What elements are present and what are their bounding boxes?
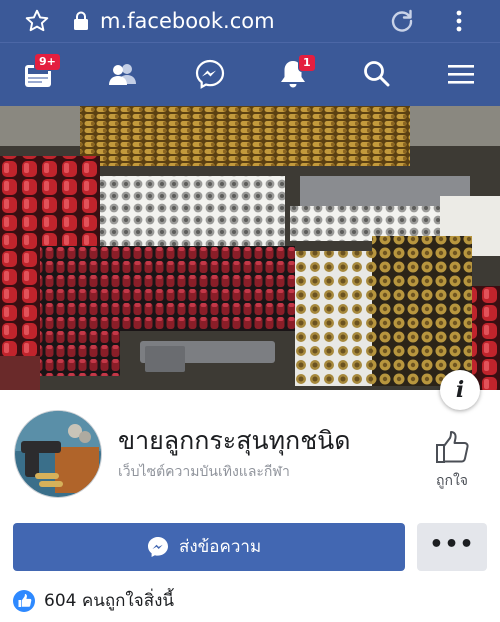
address-url[interactable]: m.facebook.com <box>100 7 275 35</box>
thumbs-up-icon <box>436 431 469 463</box>
messenger-icon[interactable] <box>193 57 227 91</box>
page-avatar[interactable] <box>14 410 102 498</box>
reload-icon[interactable] <box>388 7 416 35</box>
facebook-nav-bar: 9+ 1 <box>0 42 500 106</box>
page-name: ขายลูกกระสุนทุกชนิด <box>118 426 351 455</box>
cover-photo[interactable] <box>0 106 500 390</box>
browser-address-bar: m.facebook.com <box>0 0 500 42</box>
avatar-image <box>15 411 101 497</box>
like-label: ถูกใจ <box>436 473 468 489</box>
send-message-button[interactable]: ส่งข้อความ <box>13 523 405 571</box>
send-message-label: ส่งข้อความ <box>179 537 262 557</box>
lock-icon <box>74 11 88 30</box>
news-feed-badge: 9+ <box>34 53 61 71</box>
more-options-button[interactable]: ••• <box>417 523 487 571</box>
like-page-button[interactable]: ถูกใจ <box>422 430 482 492</box>
search-icon[interactable] <box>360 57 394 91</box>
messenger-icon <box>148 537 168 557</box>
notification-badge: 1 <box>298 54 316 72</box>
cover-photo-image <box>0 106 500 390</box>
more-options-label: ••• <box>429 532 475 557</box>
hamburger-menu-icon[interactable] <box>444 57 478 91</box>
likes-count: 604 คนถูกใจสิ่งนี้ <box>44 591 174 611</box>
overflow-menu-icon[interactable] <box>447 9 471 33</box>
page-category: เว็บไซต์ความบันเทิงและกีฬา <box>118 464 290 480</box>
star-icon[interactable] <box>24 8 50 34</box>
info-button[interactable]: i <box>440 370 480 410</box>
friends-icon[interactable] <box>106 57 140 91</box>
like-reaction-icon <box>13 590 35 612</box>
